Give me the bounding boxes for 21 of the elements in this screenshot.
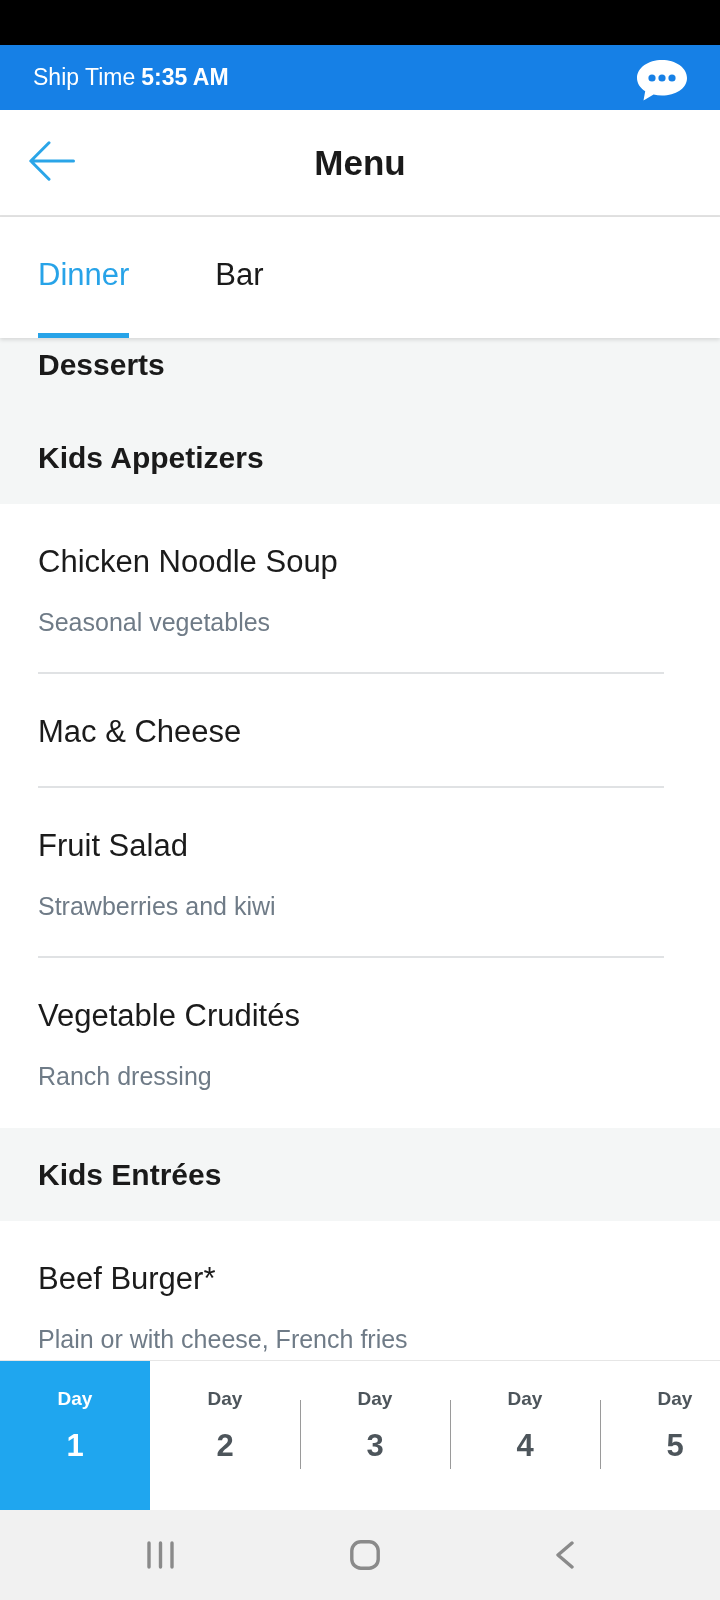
chat-bubble-icon[interactable] — [636, 58, 688, 101]
item-description: Seasonal vegetables — [38, 608, 272, 636]
back-icon[interactable] — [555, 1541, 574, 1569]
menu-tab[interactable]: Bar — [215, 217, 264, 338]
section-header[interactable]: Desserts — [0, 338, 720, 411]
item-description: Plain or with cheese, French fries — [38, 1325, 409, 1353]
home-icon[interactable] — [349, 1540, 380, 1570]
item-name: Fruit Salad — [38, 828, 189, 864]
page-title: Menu — [314, 141, 406, 184]
item-description: Strawberries and kiwi — [38, 892, 277, 920]
item-name: Mac & Cheese — [38, 714, 243, 750]
section-header[interactable]: Kids Entrées — [0, 1128, 720, 1221]
recent-apps-icon[interactable] — [146, 1541, 174, 1569]
item-name: Vegetable Crudités — [38, 998, 301, 1034]
back-arrow-icon[interactable] — [29, 140, 75, 181]
item-name: Chicken Noodle Soup — [38, 544, 339, 580]
item-description: Ranch dressing — [38, 1062, 213, 1090]
section-header[interactable]: Kids Appetizers — [0, 411, 720, 504]
item-name: Beef Burger* — [38, 1261, 217, 1297]
ship-time-label: Ship Time — [33, 64, 136, 91]
ship-time: 5:35 AM — [141, 64, 229, 91]
